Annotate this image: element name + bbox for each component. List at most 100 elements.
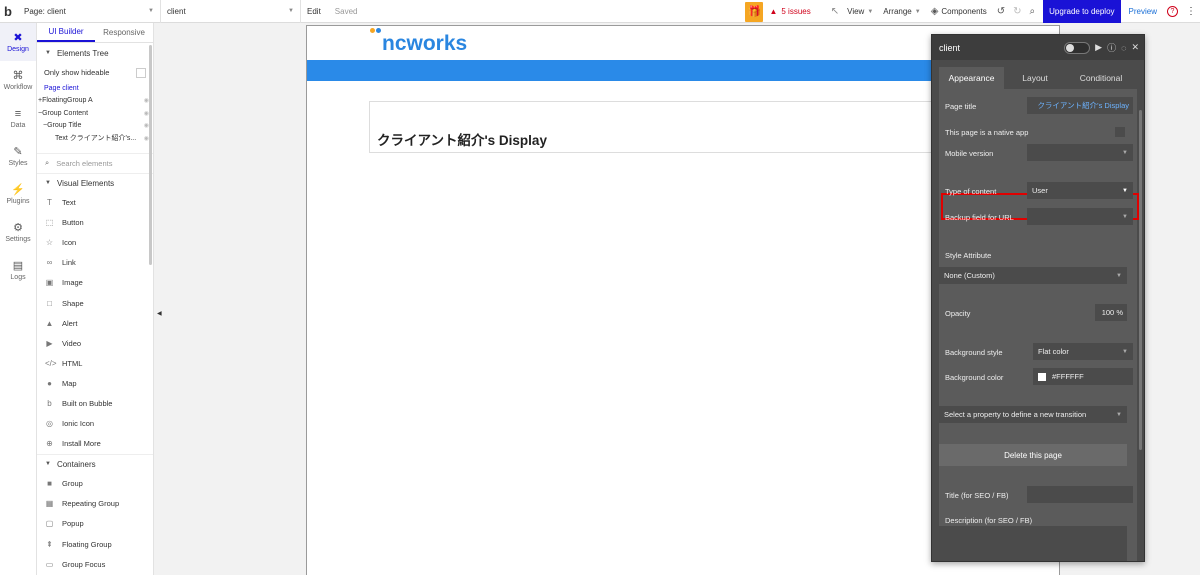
visual-elements-header[interactable]: ▼ Visual Elements (37, 172, 153, 193)
view-menu[interactable]: View ▼ (847, 7, 873, 16)
element-icon[interactable]: ☆ Icon (37, 233, 153, 253)
preview-button[interactable]: Preview (1129, 7, 1157, 16)
ionic-icon: ◎ (46, 419, 53, 429)
content-title[interactable]: クライアント紹介's Display (377, 129, 547, 149)
arrange-menu[interactable]: Arrange ▼ (883, 7, 920, 16)
element-text[interactable]: T Text (37, 193, 153, 213)
opacity-input[interactable]: 100 % (1095, 304, 1127, 321)
tree-item-text[interactable]: Text クライアント紹介's... ◉ (37, 132, 153, 145)
element-html[interactable]: </> HTML (37, 353, 153, 373)
tree-item-page[interactable]: Page client (37, 82, 153, 95)
element-link[interactable]: ∞ Link (37, 253, 153, 273)
left-nav: ✖ Design ⌘ Workflow ≡ Data ✎ Styles ⚡ Pl… (0, 23, 37, 575)
tree-item-group-title[interactable]: − Group Title ◉ (37, 120, 153, 133)
chevron-down-icon: ▼ (1122, 187, 1128, 194)
play-icon[interactable]: ▶ (1095, 42, 1102, 53)
element-repeating-group[interactable]: ▦ Repeating Group (37, 494, 153, 514)
undo-icon[interactable]: ↺ (997, 6, 1005, 17)
nav-label: Design (7, 46, 29, 53)
popup-icon: ▢ (45, 519, 54, 529)
element-map[interactable]: ● Map (37, 373, 153, 393)
element-label: Button (62, 218, 84, 228)
element-ionic-icon[interactable]: ◎ Ionic Icon (37, 414, 153, 434)
nav-settings[interactable]: ⚙ Settings (0, 213, 36, 251)
nav-design[interactable]: ✖ Design (0, 23, 36, 61)
more-menu-icon[interactable]: ⋮ (1186, 6, 1196, 17)
style-attribute-dropdown[interactable]: None (Custom) ▼ (939, 267, 1127, 284)
property-editor: client ▶ ⓘ ◌ ✕ Appearance Layout Conditi… (931, 34, 1145, 562)
edit-status: Edit Saved (301, 0, 357, 23)
bubble-icon: b (47, 398, 52, 408)
close-icon[interactable]: ✕ (1131, 42, 1139, 53)
element-image[interactable]: ▣ Image (37, 273, 153, 293)
redo-icon[interactable]: ↻ (1013, 6, 1021, 17)
property-editor-header[interactable]: client ▶ ⓘ ◌ ✕ (932, 35, 1144, 60)
nav-plugins[interactable]: ⚡ Plugins (0, 175, 36, 213)
tab-layout[interactable]: Layout (1004, 67, 1066, 89)
delete-page-button[interactable]: Delete this page (939, 444, 1127, 466)
left-panel-scrollbar[interactable] (149, 45, 152, 265)
only-show-hideable-checkbox[interactable] (136, 67, 146, 78)
element-alert[interactable]: ▲ Alert (37, 313, 153, 333)
tab-ui-builder[interactable]: UI Builder (37, 23, 95, 42)
chevron-down-icon: ▼ (288, 8, 294, 14)
seo-title-input[interactable] (1027, 486, 1133, 503)
alert-icon: ▲ (45, 318, 54, 328)
info-icon[interactable]: ⓘ (1107, 41, 1116, 54)
nav-workflow[interactable]: ⌘ Workflow (0, 61, 36, 99)
element-button[interactable]: ⬚ Button (37, 213, 153, 233)
elements-tree-header[interactable]: ▼ Elements Tree (37, 43, 153, 63)
element-video[interactable]: ▶ Video (37, 333, 153, 353)
search-icon[interactable]: ⌕ (1030, 6, 1036, 17)
page-title-field[interactable]: クライアント紹介's Display (1027, 97, 1133, 114)
element-built-on-bubble[interactable]: b Built on Bubble (37, 393, 153, 413)
element-shape[interactable]: □ Shape (37, 293, 153, 313)
gift-icon[interactable]: 🎁 (745, 1, 764, 22)
tree-item-label: FloatingGroup A (42, 97, 93, 105)
bubble-logo[interactable]: b (4, 4, 20, 19)
search-elements-input[interactable]: ⌕ Search elements (37, 152, 153, 173)
nav-styles[interactable]: ✎ Styles (0, 137, 36, 175)
tab-conditional[interactable]: Conditional (1066, 67, 1136, 89)
element-group[interactable]: ■ Group (37, 474, 153, 494)
edit-menu[interactable]: Edit (307, 7, 321, 16)
tab-responsive[interactable]: Responsive (95, 23, 153, 42)
nav-data[interactable]: ≡ Data (0, 99, 36, 137)
header-icons: ▶ ⓘ ◌ ✕ (1064, 41, 1139, 54)
native-app-checkbox[interactable] (1115, 127, 1125, 137)
nav-logs[interactable]: ▤ Logs (0, 251, 36, 289)
brush-icon: ✎ (13, 146, 23, 158)
element-selector[interactable]: client ▼ (161, 0, 301, 23)
group-content[interactable]: クライアント紹介's Display (369, 101, 969, 153)
comment-icon[interactable]: ◌ (1121, 43, 1126, 53)
transition-dropdown[interactable]: Select a property to define a new transi… (939, 406, 1127, 423)
mobile-version-dropdown[interactable]: ▼ (1027, 144, 1133, 161)
issues-button[interactable]: ▲ 5 issues (769, 7, 810, 16)
collapse-panel-icon[interactable]: ◀ (157, 310, 162, 317)
components-button[interactable]: ◈ Components (931, 6, 987, 17)
help-icon[interactable]: ? (1167, 6, 1178, 17)
workflow-icon: ⌘ (12, 70, 24, 82)
visibility-toggle[interactable] (1064, 41, 1091, 54)
containers-header[interactable]: ▼ Containers (37, 453, 153, 474)
page-selector[interactable]: Page: client ▼ (20, 0, 161, 23)
element-group-focus[interactable]: ▭ Group Focus (37, 554, 153, 574)
pointer-icon[interactable]: ↖ (831, 6, 839, 17)
background-style-dropdown[interactable]: Flat color ▼ (1033, 343, 1133, 360)
element-install-more[interactable]: ⊕ Install More (37, 434, 153, 454)
tab-appearance[interactable]: Appearance (939, 67, 1004, 89)
cube-icon: ◈ (930, 6, 939, 17)
element-popup[interactable]: ▢ Popup (37, 514, 153, 534)
tree-item-group-content[interactable]: − Group Content ◉ (37, 107, 153, 120)
property-editor-scrollbar[interactable] (1139, 110, 1142, 450)
background-color-picker[interactable]: #FFFFFF (1033, 368, 1133, 385)
background-style-value: Flat color (1038, 347, 1069, 356)
type-of-content-dropdown[interactable]: User ▼ (1027, 182, 1133, 199)
element-floating-group[interactable]: ⇞ Floating Group (37, 534, 153, 554)
upgrade-button[interactable]: Upgrade to deploy (1043, 0, 1121, 23)
seo-description-input[interactable] (939, 526, 1127, 561)
site-logo[interactable]: ncworks (382, 32, 467, 56)
background-color-label: Background color (945, 373, 1004, 382)
backup-field-dropdown[interactable]: ▼ (1027, 208, 1133, 225)
tree-item-floating-group[interactable]: + FloatingGroup A ◉ (37, 95, 153, 108)
